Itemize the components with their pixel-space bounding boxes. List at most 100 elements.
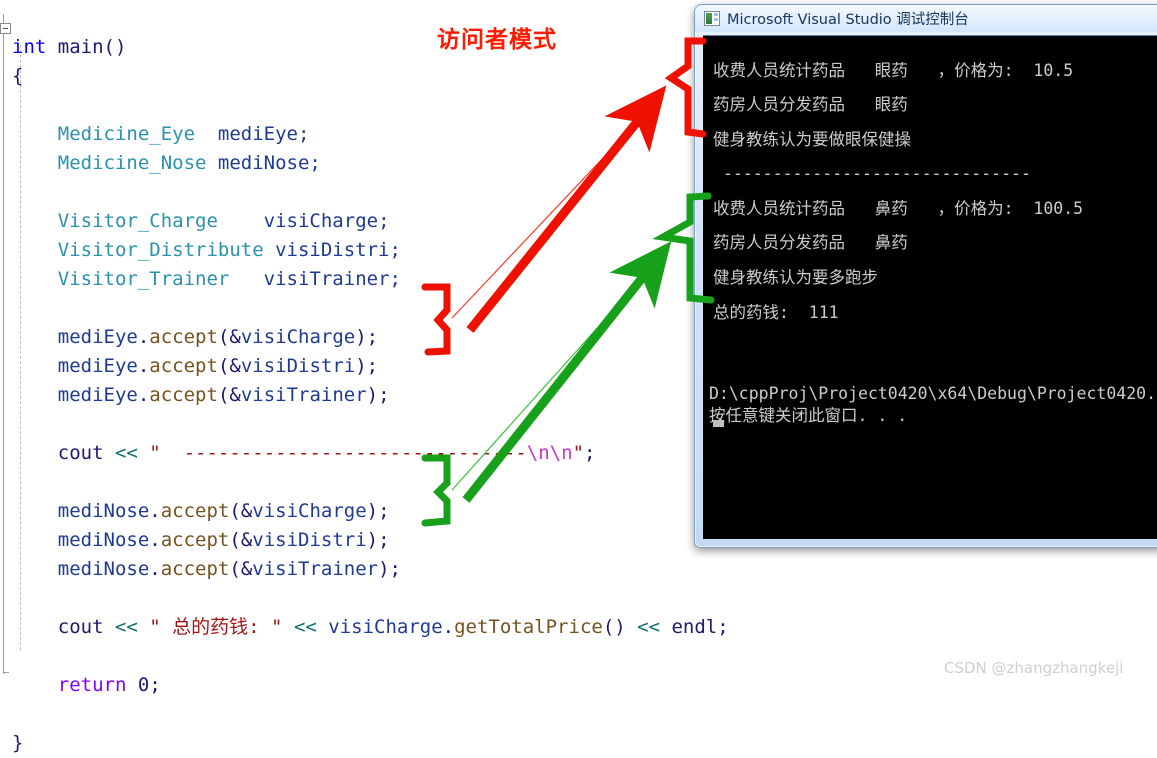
console-line: 收费人员统计药品 鼻药 ，价格为: 100.5 <box>713 198 1084 218</box>
source-code[interactable]: int main() { Medicine_Eye mediEye; Medici… <box>12 33 729 758</box>
code-token: visiTrainer <box>240 384 367 406</box>
code-token: visiCharge <box>328 616 443 638</box>
code-token: visiCharge; <box>217 210 390 232</box>
code-line: int main() <box>12 33 729 62</box>
code-token: mediNose; <box>206 152 321 174</box>
code-token: . <box>137 384 150 406</box>
code-token: } <box>12 732 24 754</box>
code-line: return 0; <box>12 671 729 700</box>
code-token: mediEye; <box>195 123 310 145</box>
console-titlebar[interactable]: Microsoft Visual Studio 调试控制台 <box>695 5 1157 32</box>
code-token: " <box>572 442 585 464</box>
code-token: mediEye <box>57 355 138 377</box>
code-line: Visitor_Charge visiCharge; <box>12 207 729 236</box>
console-line: 健身教练认为要多跑步 <box>713 268 878 288</box>
code-token: visiTrainer; <box>229 268 401 290</box>
console-line: 药房人员分发药品 眼药 <box>713 95 908 115</box>
code-token: accept <box>160 500 230 522</box>
code-scope-bar <box>3 14 4 674</box>
code-token: << <box>637 616 672 638</box>
code-token: . <box>137 355 150 377</box>
console-line: 药房人员分发药品 鼻药 <box>713 233 908 253</box>
code-token: (& <box>217 384 241 406</box>
code-token: Visitor_Trainer <box>57 268 230 290</box>
code-token: visiDistri <box>240 355 356 377</box>
code-line: Medicine_Eye mediEye; <box>12 120 729 149</box>
code-token: << <box>282 616 329 638</box>
code-token: ); <box>378 558 401 580</box>
console-output-lines: 收费人员统计药品 眼药 ，价格为: 10.5 药房人员分发药品 眼药 健身教练认为要… <box>713 54 1083 331</box>
console-exit-message: D:\cppProj\Project0420\x64\Debug\Project… <box>709 383 1157 425</box>
code-token: Visitor_Charge <box>57 210 218 232</box>
code-token: ); <box>355 326 379 348</box>
code-token: mediNose <box>57 500 150 522</box>
console-output-area[interactable]: 收费人员统计药品 眼药 ，价格为: 10.5 药房人员分发药品 眼药 健身教练认为要… <box>703 35 1157 539</box>
code-token: Medicine_Nose <box>57 152 207 174</box>
collapse-function-icon[interactable] <box>0 23 11 34</box>
code-token: mediNose <box>57 558 150 580</box>
code-line: } <box>12 729 729 758</box>
code-token: . <box>149 529 161 551</box>
code-token: mediNose <box>57 529 150 551</box>
code-line: mediNose.accept(&visiTrainer); <box>12 555 729 584</box>
code-token: mediEye <box>57 384 138 406</box>
code-token: ; <box>149 674 161 696</box>
code-token: 0 <box>137 674 150 696</box>
code-token: { <box>12 65 24 87</box>
code-token: ); <box>366 384 390 406</box>
code-token: (& <box>217 355 241 377</box>
code-token: ); <box>366 500 390 522</box>
code-token: . <box>442 616 455 638</box>
code-token: accept <box>160 529 230 551</box>
code-line: mediNose.accept(&visiCharge); <box>12 497 729 526</box>
code-token: (& <box>229 529 253 551</box>
code-token: ); <box>355 355 379 377</box>
code-token: visiCharge <box>240 326 356 348</box>
code-token: ); <box>366 529 390 551</box>
code-line: Visitor_Trainer visiTrainer; <box>12 265 729 294</box>
code-token: accept <box>149 326 218 348</box>
code-token: getTotalPrice <box>454 616 603 638</box>
code-line: Visitor_Distribute visiDistri; <box>12 236 729 265</box>
code-token: (& <box>229 500 253 522</box>
console-line: 健身教练认为要做眼保健操 <box>713 129 911 149</box>
code-line: cout << " ------------------------------… <box>12 439 729 468</box>
code-token: cout <box>57 616 115 638</box>
code-token: cout <box>57 442 115 464</box>
code-line: mediEye.accept(&visiTrainer); <box>12 381 729 410</box>
console-app-icon <box>704 11 720 26</box>
code-line: { <box>12 62 729 91</box>
code-token: accept <box>149 384 218 406</box>
watermark: CSDN @zhangzhangkeji <box>944 659 1124 677</box>
code-token: visiCharge <box>252 500 367 522</box>
code-token: accept <box>160 558 230 580</box>
code-token: (& <box>229 558 253 580</box>
code-token: << <box>114 616 150 638</box>
code-token: endl <box>671 616 718 638</box>
code-editor-pane[interactable]: int main() { Medicine_Eye mediEye; Medici… <box>0 0 729 754</box>
code-token: return <box>57 674 127 696</box>
code-token: " ------------------------------ <box>149 442 527 464</box>
console-window-title: Microsoft Visual Studio 调试控制台 <box>727 12 969 28</box>
code-token: (& <box>217 326 241 348</box>
code-token: . <box>137 326 150 348</box>
code-token: () <box>602 616 638 638</box>
console-window[interactable]: Microsoft Visual Studio 调试控制台 收费人员统计药品 眼… <box>694 4 1157 548</box>
code-line: Medicine_Nose mediNose; <box>12 149 729 178</box>
code-token: int <box>12 36 58 58</box>
